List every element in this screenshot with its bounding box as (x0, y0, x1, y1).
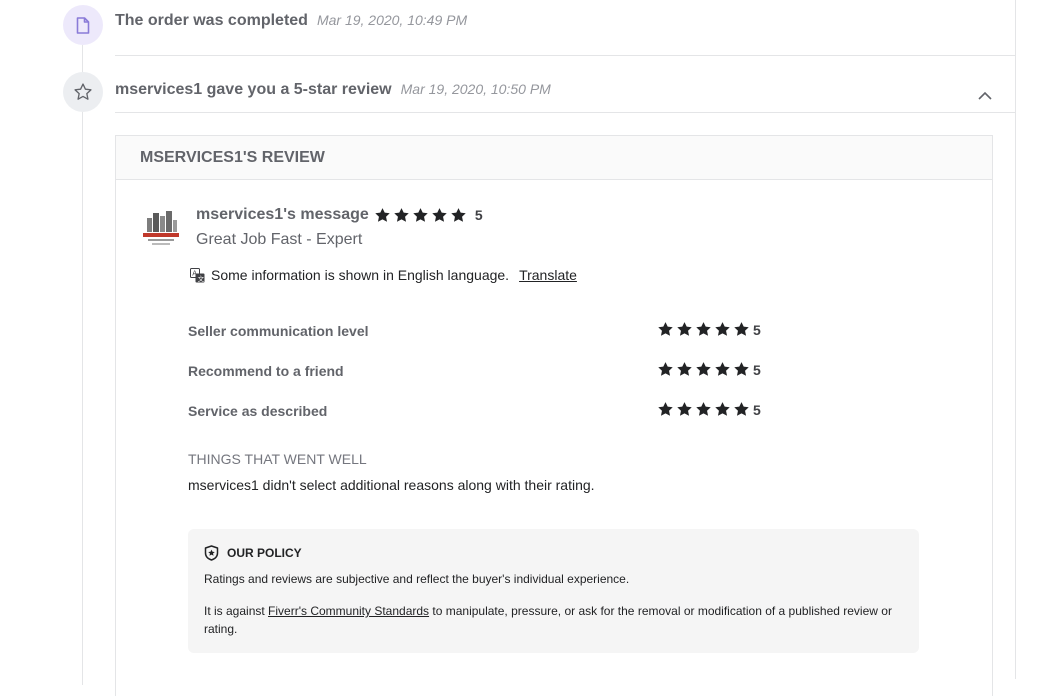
star-icon (734, 362, 749, 376)
right-border (1015, 0, 1016, 679)
rating-label: Seller communication level (188, 323, 369, 339)
rating-score: 5 (753, 361, 761, 378)
policy-text: Ratings and reviews are subjective and r… (204, 572, 630, 586)
rating-stars: 5 (657, 321, 761, 338)
community-standards-link[interactable]: Fiverr's Community Standards (268, 604, 429, 618)
rating-label: Recommend to a friend (188, 363, 344, 379)
event-time: Mar 19, 2020, 10:50 PM (400, 81, 551, 97)
star-icon (715, 362, 730, 376)
rating-score: 5 (753, 401, 761, 418)
document-icon (76, 16, 90, 34)
star-icon (658, 362, 673, 376)
star-icon (413, 207, 428, 222)
star-icon (677, 362, 692, 376)
svg-text:A: A (192, 269, 197, 277)
rating-score: 5 (753, 321, 761, 338)
review-message: Great Job Fast - Expert (196, 231, 363, 248)
star-icon (658, 402, 673, 416)
overall-score: 5 (474, 207, 483, 223)
divider (115, 112, 1015, 113)
went-well-title: Things that went well (188, 451, 367, 467)
translate-link[interactable]: Translate (519, 267, 577, 283)
review-header: mservices1's Review (116, 136, 992, 180)
star-icon (394, 207, 409, 222)
star-icon (451, 207, 466, 222)
timeline-line (82, 45, 83, 685)
star-icon (696, 402, 711, 416)
rating-row: Service as described 5 (188, 401, 788, 421)
shield-star-icon (204, 545, 219, 561)
event-time: Mar 19, 2020, 10:49 PM (316, 12, 468, 28)
policy-text-standards: It is against Fiverr's Community Standar… (204, 602, 909, 638)
star-icon (696, 362, 711, 376)
event-title: The order was completed (115, 12, 308, 29)
went-well-text: mservices1 didn't select additional reas… (188, 477, 595, 493)
rating-row: Recommend to a friend 5 (188, 361, 788, 381)
star-icon (375, 207, 390, 222)
star-icon (734, 402, 749, 416)
policy-text-prefix: It is against (204, 604, 269, 618)
avatar (140, 208, 182, 250)
rating-label: Service as described (188, 403, 328, 419)
event-order-completed: The order was completed Mar 19, 2020, 10… (115, 12, 467, 30)
star-icon (658, 322, 673, 336)
star-icon (715, 402, 730, 416)
star-outline-icon (74, 83, 92, 100)
star-icon (677, 322, 692, 336)
collapse-button[interactable] (975, 86, 995, 104)
language-notice: A 文 Some information is shown in English… (190, 267, 577, 283)
review-icon-badge (63, 72, 103, 112)
rating-row: Seller communication level 5 (188, 321, 788, 341)
policy-box: OUR POLICY Ratings and reviews are subje… (188, 529, 919, 653)
rating-stars: 5 (657, 361, 761, 378)
star-icon (696, 322, 711, 336)
rating-stars: 5 (657, 401, 761, 418)
event-review-received: mservices1 gave you a 5-star review Mar … (115, 81, 551, 99)
overall-star-rating (374, 207, 467, 224)
event-title: mservices1 gave you a 5-star review (115, 81, 392, 98)
language-notice-text: Some information is shown in English lan… (211, 267, 510, 283)
star-icon (432, 207, 447, 222)
translate-icon: A 文 (190, 267, 205, 282)
star-icon (734, 322, 749, 336)
star-icon (715, 322, 730, 336)
chevron-up-icon (978, 91, 992, 100)
star-icon (677, 402, 692, 416)
policy-header: OUR POLICY (204, 545, 302, 561)
review-author: mservices1's message (196, 206, 369, 223)
svg-text:文: 文 (198, 273, 205, 282)
review-message-header: mservices1's message 5 (196, 206, 483, 224)
policy-title: OUR POLICY (227, 546, 302, 560)
divider (115, 55, 1015, 56)
order-completed-icon-badge (63, 5, 103, 45)
review-card: mservices1's Review mservices1's message… (115, 135, 993, 696)
